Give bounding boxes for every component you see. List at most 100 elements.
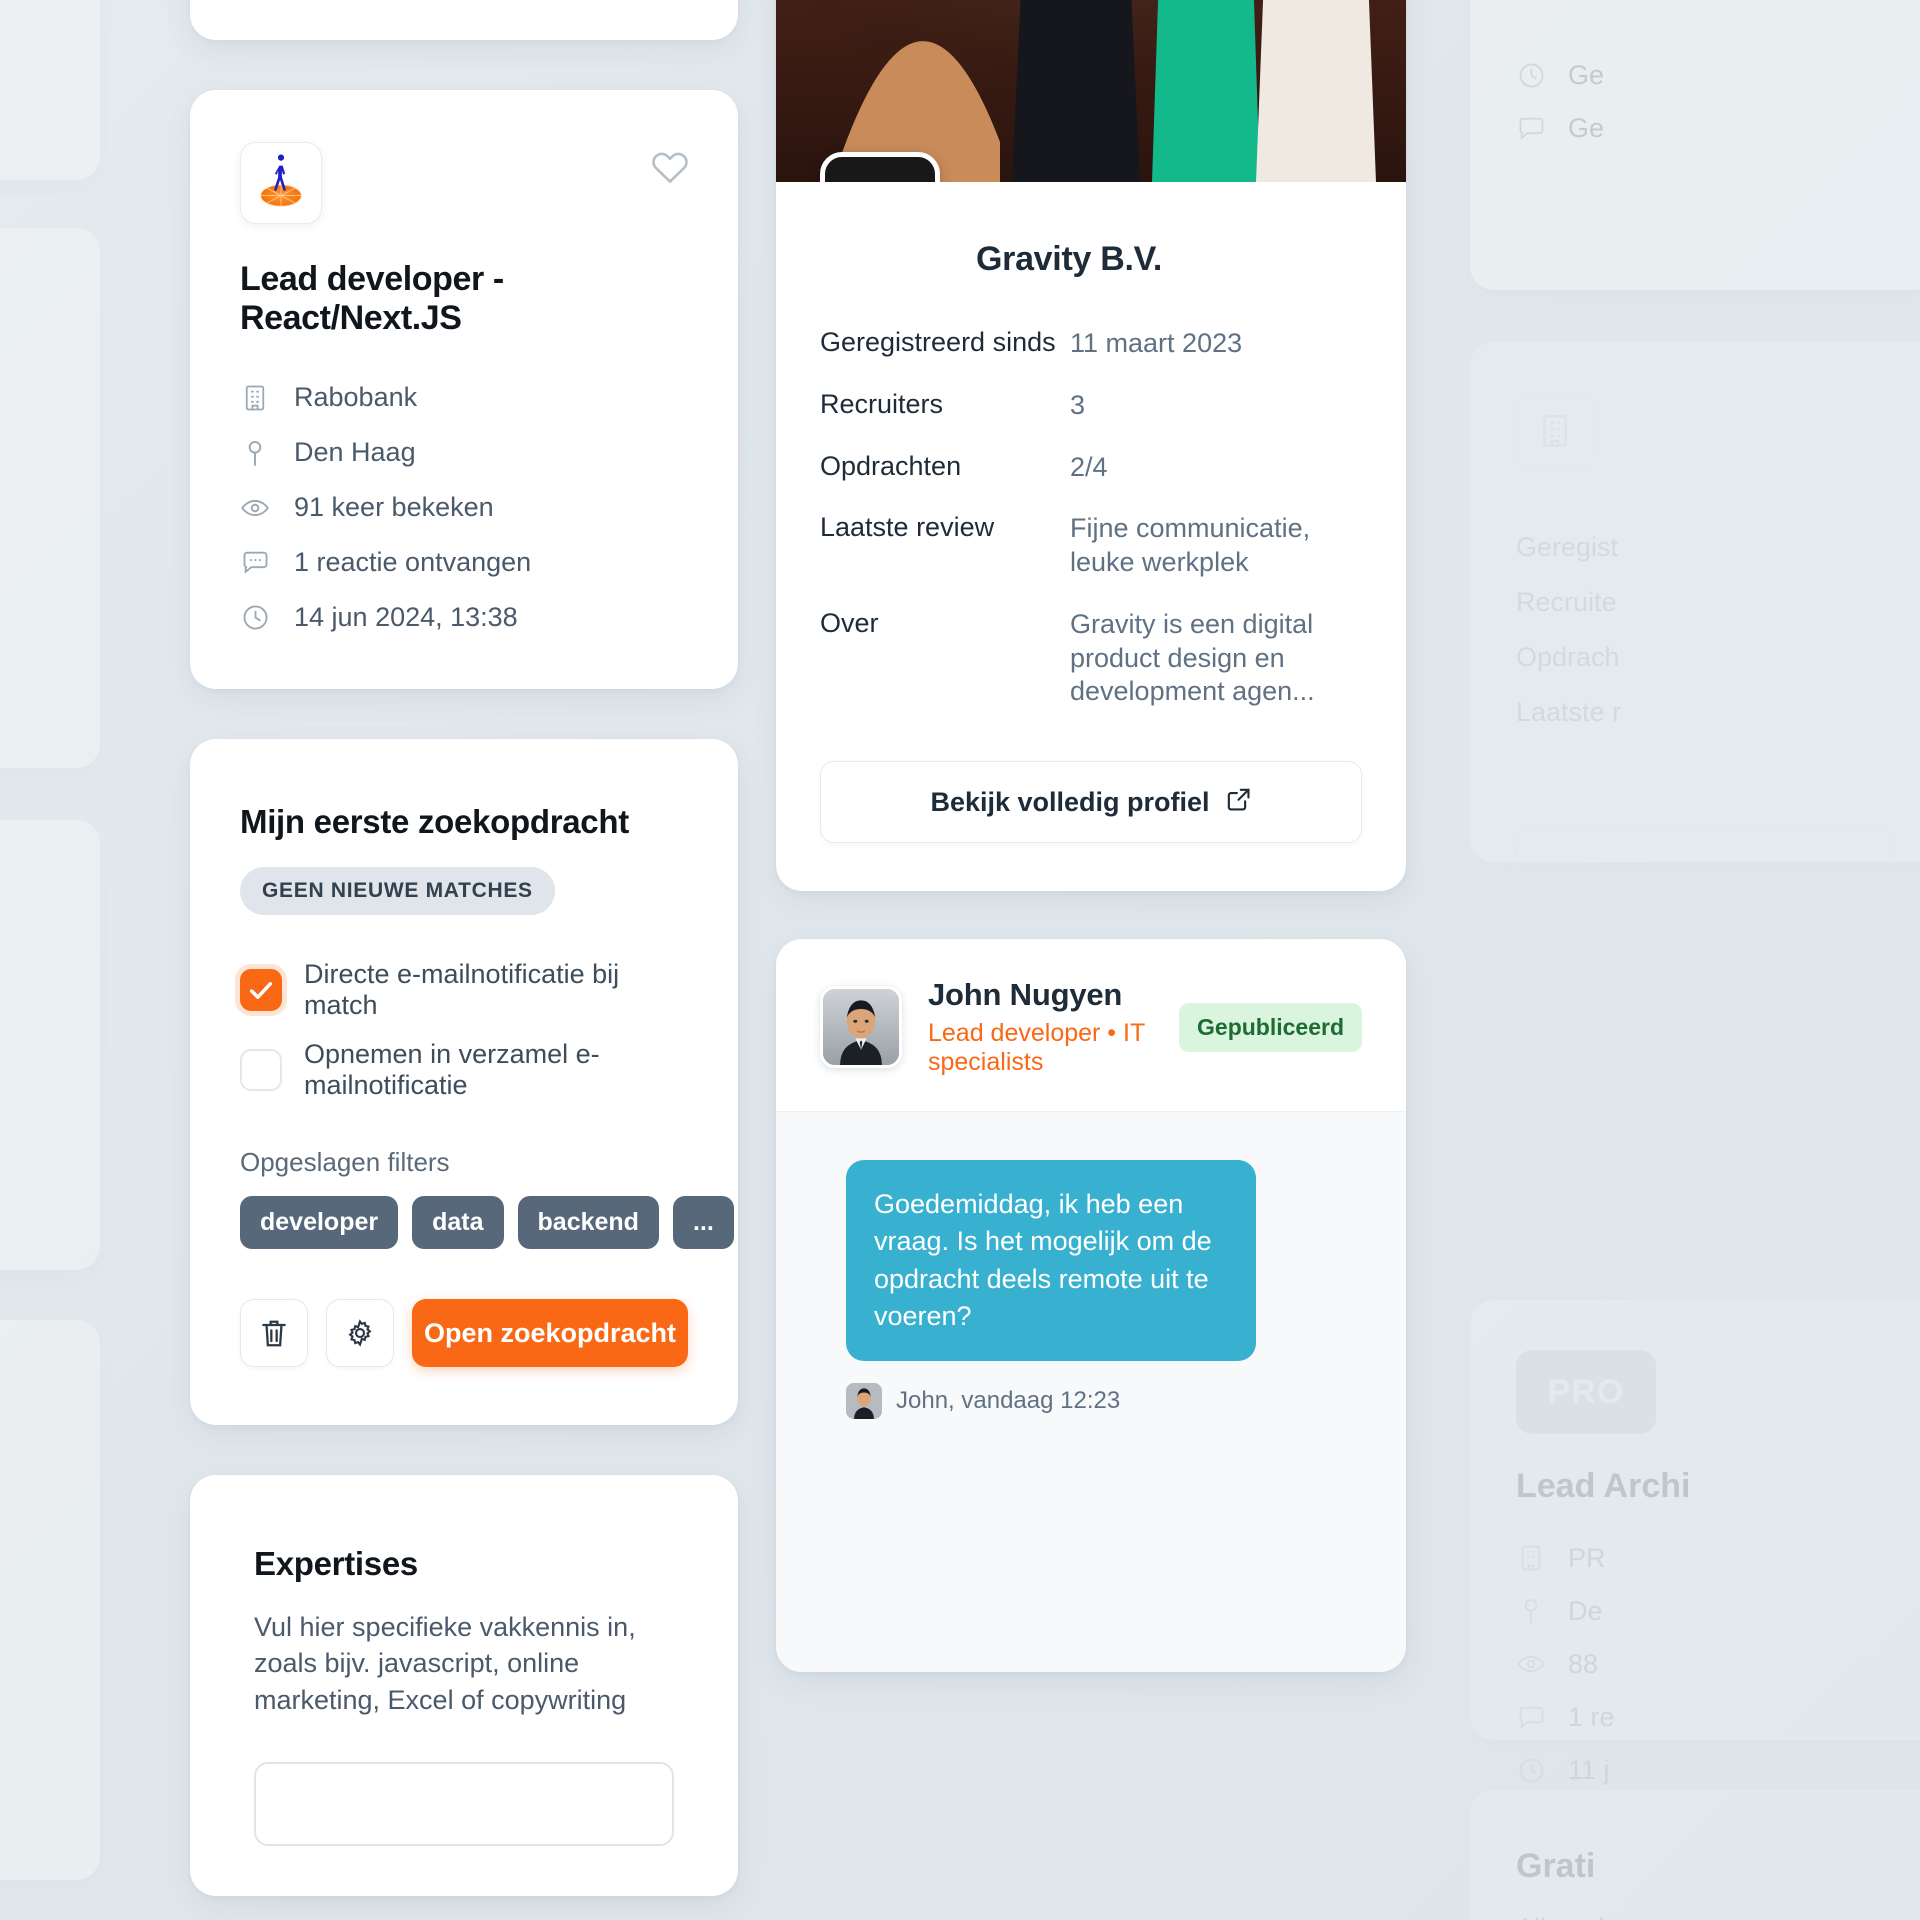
right-partial-meta-text: 1 re xyxy=(1568,1701,1615,1732)
checkbox-label: Directe e-mailnotificatie bij match xyxy=(304,959,620,1020)
chat-bubble-icon xyxy=(1516,114,1546,144)
right-partial-meta-text: Ge xyxy=(1568,60,1605,90)
chat-message-bubble: Goedemiddag, ik heb een vraag. Is het mo… xyxy=(846,1160,1256,1361)
right-partial-job-title: Lead Archi xyxy=(1516,1467,1691,1505)
company-header: Gravity B.V. xyxy=(776,182,1406,279)
job-meta-text: Den Haag xyxy=(294,437,416,467)
chat-bubble-icon xyxy=(1516,1702,1546,1732)
expertises-bottom-input[interactable] xyxy=(254,1762,674,1847)
chat-person-name: John Nugyen xyxy=(928,977,1123,1012)
right-partial-bottom-card: Grati Alleen b eerder xyxy=(1470,1790,1920,1920)
favorite-heart-icon[interactable] xyxy=(650,148,690,189)
right-partial-meta-row: Ge xyxy=(1516,60,1894,91)
app-root: tch otificatie dracht p gesprek 37 s die… xyxy=(0,0,1920,1920)
right-partial-detail-key: Recruite xyxy=(1516,587,1617,617)
job-meta-text: 1 reactie ontvangen xyxy=(294,547,532,577)
right-partial-detail-key: Laatste r xyxy=(1516,697,1622,727)
delete-search-button[interactable] xyxy=(240,1299,308,1367)
eye-icon xyxy=(240,493,270,523)
left-partial-card-4: s die niet st. xyxy=(0,1320,100,1880)
detail-value: 2/4 xyxy=(1070,451,1108,482)
expertises-description: Vul hier specifieke vakkennis in, zoals … xyxy=(254,1612,636,1715)
right-partial-meta-text: Ge xyxy=(1568,113,1605,143)
building-icon xyxy=(1516,392,1594,470)
right-partial-job-card: PRO Lead Archi PR De 88 1 re 11 j xyxy=(1470,1300,1920,1785)
right-column: R xyxy=(776,0,1406,1720)
chat-header[interactable]: John Nugyen Lead developer • IT speciali… xyxy=(776,939,1406,1112)
left-partial-text-4: p gesprek xyxy=(0,870,100,901)
right-partial-company-card: Geregist Recruite Opdrach Laatste r xyxy=(1470,342,1920,910)
detail-value: Fijne communicatie, leuke werkplek xyxy=(1070,513,1311,577)
company-detail-row: Recruiters 3 xyxy=(820,389,1362,423)
job-meta-row: 91 keer bekeken xyxy=(240,492,688,523)
compass-logo-icon xyxy=(240,142,322,224)
checkbox-row-direct-email[interactable]: Directe e-mailnotificatie bij match xyxy=(240,959,688,1021)
company-details-list: Geregistreerd sinds 11 maart 2023 Recrui… xyxy=(776,279,1406,709)
expertises-input-card: Vul hier je expertises in xyxy=(190,0,738,40)
right-partial-meta-row: PR xyxy=(1516,1543,1894,1574)
job-card[interactable]: Lead developer - React/Next.JS Rabobank xyxy=(190,90,738,689)
right-partial-meta-text: 88 xyxy=(1568,1648,1599,1679)
filter-tag[interactable]: developer xyxy=(240,1196,399,1249)
left-partial-text-7: st. xyxy=(0,1426,100,1462)
right-partial-meta-row: 88 xyxy=(1516,1649,1894,1680)
job-meta-row: 1 reactie ontvangen xyxy=(240,547,688,578)
detail-key: Over xyxy=(820,607,879,638)
detail-value: 11 maart 2023 xyxy=(1070,328,1243,358)
chat-message-meta: John, vandaag 12:23 xyxy=(846,1383,1362,1419)
right-partial-detail-key: Geregist xyxy=(1516,532,1619,562)
search-settings-button[interactable] xyxy=(326,1299,394,1367)
eye-icon xyxy=(1516,1649,1546,1679)
checkbox-direct-email[interactable] xyxy=(240,969,282,1011)
status-badge: GEEN NIEUWE MATCHES xyxy=(240,867,555,915)
detail-key: Opdrachten xyxy=(820,450,962,481)
chat-bubble-icon xyxy=(240,548,270,578)
chat-body: Goedemiddag, ik heb een vraag. Is het mo… xyxy=(776,1112,1406,1672)
job-meta-list: Rabobank Den Haag 91 keer bekeken 1 reac… xyxy=(240,382,688,633)
filter-tag-more[interactable]: ... xyxy=(672,1196,734,1249)
right-partial-detail-key: Opdrach xyxy=(1516,642,1620,672)
company-card: R xyxy=(776,0,1406,891)
right-partial-meta-text: PR xyxy=(1568,1542,1606,1573)
chat-person-role: Lead developer • IT specialists xyxy=(928,1019,1145,1076)
detail-key: Laatste review xyxy=(820,512,995,543)
location-pin-icon xyxy=(1516,1596,1546,1626)
detail-key: Geregistreerd sinds xyxy=(820,327,1056,357)
right-partial-bottom-title: Grati xyxy=(1516,1847,1596,1885)
job-meta-text: 91 keer bekeken xyxy=(294,492,494,522)
building-icon xyxy=(240,383,270,413)
detail-value: Gravity is een digital product design en… xyxy=(1070,608,1315,707)
status-badge-published: Gepubliceerd xyxy=(1179,1002,1362,1052)
left-partial-text-2: otificatie xyxy=(0,473,100,504)
saved-filters-list: developer data backend ... xyxy=(240,1196,734,1249)
filter-tag[interactable]: backend xyxy=(517,1196,659,1249)
company-logo: G xyxy=(820,152,940,182)
chat-message-timestamp: John, vandaag 12:23 xyxy=(896,1387,1121,1414)
open-search-button[interactable]: Open zoekopdracht xyxy=(412,1299,688,1367)
chat-card: John Nugyen Lead developer • IT speciali… xyxy=(776,939,1406,1672)
saved-filters-label: Opgeslagen filters xyxy=(240,1147,450,1177)
avatar xyxy=(820,986,902,1068)
right-partial-card-1: Ge Ge xyxy=(1470,0,1920,290)
job-meta-row: Den Haag xyxy=(240,437,688,468)
building-icon xyxy=(1516,1543,1546,1573)
expertises-card: Expertises Vul hier specifieke vakkennis… xyxy=(190,1475,738,1897)
job-title: Lead developer - React/Next.JS xyxy=(240,260,504,337)
search-assignment-card: Mijn eerste zoekopdracht GEEN NIEUWE MAT… xyxy=(190,739,738,1425)
left-partial-text-6: s die niet xyxy=(0,1390,100,1426)
search-card-actions: Open zoekopdracht xyxy=(240,1299,688,1367)
checkbox-row-collect-email[interactable]: Opnemen in verzamel e-mailnotificatie xyxy=(240,1039,688,1101)
right-partial-meta-text: 11 j xyxy=(1568,1754,1610,1785)
search-assignment-title: Mijn eerste zoekopdracht xyxy=(240,803,629,840)
right-partial-meta-row: 1 re xyxy=(1516,1702,1894,1733)
checkbox-label: Opnemen in verzamel e-mailnotificatie xyxy=(304,1039,600,1100)
expertises-title: Expertises xyxy=(254,1545,418,1582)
filter-tag[interactable]: data xyxy=(412,1196,504,1249)
left-partial-column: tch otificatie dracht p gesprek 37 s die… xyxy=(0,0,100,1920)
company-detail-row: Geregistreerd sinds 11 maart 2023 xyxy=(820,327,1362,361)
right-partial-meta-row: 11 j xyxy=(1516,1755,1894,1786)
pro-badge: PRO xyxy=(1516,1350,1656,1434)
checkbox-collect-email[interactable] xyxy=(240,1049,282,1091)
clock-icon xyxy=(1516,1755,1546,1785)
view-full-profile-button[interactable]: Bekijk volledig profiel xyxy=(820,761,1362,843)
